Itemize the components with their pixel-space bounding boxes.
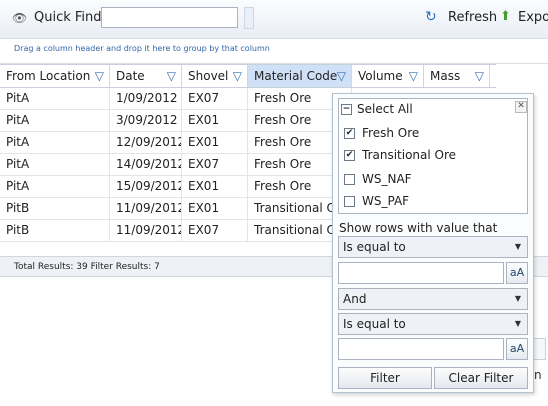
filter-icon[interactable]: ▽ [409,65,418,87]
logic-operator-select[interactable]: And ▼ [338,288,528,310]
filter-icon[interactable]: ▽ [233,65,242,87]
filter-value-input-2[interactable] [338,338,504,360]
column-header-label: Shovel [188,69,229,83]
column-header-label: Mass [430,69,461,83]
cell-date: 12/09/2012 [110,132,182,153]
column-header-mass[interactable]: Mass ▽ [424,65,490,87]
refresh-icon[interactable]: ↻ [425,9,437,25]
column-header-from-location[interactable]: From Location ▽ [0,65,110,87]
group-panel-hint: Drag a column header and drop it here to… [14,44,270,53]
logic-operator-value: And [343,292,367,306]
condition-select-value: Is equal to [343,317,406,331]
show-rows-label: Show rows with value that [339,221,498,235]
column-header-shovel[interactable]: Shovel ▽ [182,65,248,87]
quick-find-label: Quick Find: [34,10,106,25]
filter-icon[interactable]: ▽ [95,65,104,87]
grid-header: From Location ▽ Date ▽ Shovel ▽ Material… [0,64,496,88]
column-header-date[interactable]: Date ▽ [110,65,182,87]
condition-select-value: Is equal to [343,240,406,254]
close-icon[interactable]: ✕ [515,101,527,113]
option-label: Transitional Ore [362,148,457,162]
filter-button[interactable]: Filter [338,367,432,389]
column-header-label: Date [116,69,145,83]
column-header-label: Volume [358,69,403,83]
cell-date: 3/09/2012 [110,110,182,131]
column-header-label: From Location [6,69,91,83]
cell-date: 15/09/2012 [110,176,182,197]
export-icon[interactable]: ⬆ [500,9,511,24]
select-all-checkbox[interactable]: − [341,104,352,115]
result-counts: Total Results: 39 Filter Results: 7 [14,262,160,272]
cell-date: 1/09/2012 [110,88,182,109]
condition-select-2[interactable]: Is equal to ▼ [338,313,528,335]
export-button[interactable]: Expo [518,10,548,25]
quick-find-input[interactable] [101,7,238,28]
option-label: Fresh Ore [362,126,420,140]
select-all-label: Select All [357,102,413,116]
option-checkbox[interactable] [344,174,355,185]
chevron-down-icon: ▼ [514,319,521,328]
chevron-down-icon: ▼ [514,242,521,251]
cell-shovel: EX01 [182,132,248,153]
cell-shovel: EX01 [182,110,248,131]
cell-from-location: PitB [0,220,110,241]
clear-filter-button[interactable]: Clear Filter [434,367,528,389]
hidden-glyph: n [534,368,542,382]
cell-from-location: PitA [0,154,110,175]
cell-shovel: EX01 [182,198,248,219]
option-checkbox[interactable] [344,196,355,207]
cell-shovel: EX01 [182,176,248,197]
cell-date: 14/09/2012 [110,154,182,175]
cell-from-location: PitA [0,132,110,153]
match-case-button[interactable]: aA [506,262,528,284]
filter-icon[interactable]: ▽ [167,65,176,87]
filter-icon[interactable]: ▽ [475,65,484,87]
cell-date: 11/09/2012 [110,198,182,219]
toolbar-splitter[interactable] [244,7,254,29]
binoculars-icon: 👁 [12,11,28,25]
column-header-label: Material Code [254,69,338,83]
option-label: WS_NAF [362,172,412,186]
cell-shovel: EX07 [182,88,248,109]
chevron-down-icon: ▼ [514,294,521,303]
cell-shovel: EX07 [182,154,248,175]
option-checkbox[interactable]: ✔ [344,150,355,161]
option-checkbox[interactable]: ✔ [344,128,355,139]
cell-date: 11/09/2012 [110,220,182,241]
cell-from-location: PitA [0,88,110,109]
column-header-volume[interactable]: Volume ▽ [352,65,424,87]
cell-shovel: EX07 [182,220,248,241]
cell-from-location: PitB [0,198,110,219]
refresh-button[interactable]: Refresh [448,10,497,25]
filter-value-input-1[interactable] [338,262,504,284]
condition-select-1[interactable]: Is equal to ▼ [338,236,528,258]
cell-from-location: PitA [0,110,110,131]
option-label: WS_PAF [362,194,410,208]
column-header-material-code[interactable]: Material Code ▽ [248,65,352,87]
match-case-button[interactable]: aA [506,338,528,360]
filter-icon[interactable]: ▽ [337,65,346,87]
cell-from-location: PitA [0,176,110,197]
